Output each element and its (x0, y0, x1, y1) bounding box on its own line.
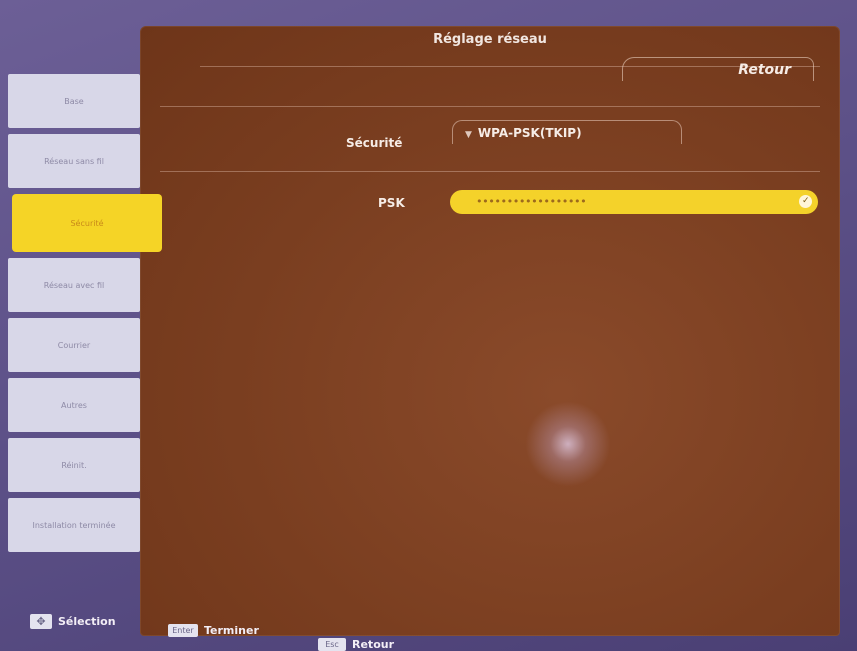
confirm-icon[interactable]: ✓ (799, 195, 812, 208)
dropdown-arrow-icon: ▼ (465, 130, 472, 140)
back-button[interactable]: Retour (622, 57, 814, 81)
security-value: WPA-PSK(TKIP) (477, 126, 582, 140)
sidebar-item-others[interactable]: Autres (8, 378, 140, 432)
sidebar-item-wired[interactable]: Réseau avec fil (8, 258, 140, 312)
psk-input[interactable]: •••••••••••••••••• ✓ (450, 190, 818, 214)
sidebar-item-finish-setup[interactable]: Installation terminée (8, 498, 140, 552)
psk-value: •••••••••••••••••• (476, 195, 587, 208)
sidebar-item-base[interactable]: Base (8, 74, 140, 128)
dpad-icon: ✥ (30, 614, 52, 629)
divider (160, 106, 820, 107)
sidebar-item-reset[interactable]: Réinit. (8, 438, 140, 492)
footer-finish-hint[interactable]: Enter Terminer (168, 624, 259, 637)
psk-label: PSK (378, 196, 405, 210)
footer-back-hint[interactable]: Esc Retour (318, 638, 394, 651)
sidebar: Base Réseau sans fil Sécurité Réseau ave… (8, 74, 162, 558)
finish-label: Terminer (204, 624, 259, 637)
sidebar-item-wireless[interactable]: Réseau sans fil (8, 134, 140, 188)
enter-key-icon: Enter (168, 624, 198, 637)
light-glare (518, 394, 618, 494)
esc-key-icon: Esc (318, 638, 346, 651)
divider (160, 171, 820, 172)
security-label: Sécurité (346, 136, 403, 150)
page-title: Réglage réseau (433, 32, 547, 47)
settings-panel: Réglage réseau Retour Sécurité ▼ WPA-PSK(… (140, 26, 840, 636)
sidebar-item-security[interactable]: Sécurité (12, 194, 162, 252)
back-label: Retour (352, 638, 395, 651)
footer-select-hint[interactable]: ✥ Sélection (30, 614, 116, 629)
sidebar-item-mail[interactable]: Courrier (8, 318, 140, 372)
security-select[interactable]: ▼ WPA-PSK(TKIP) (452, 120, 682, 144)
select-label: Sélection (58, 615, 116, 628)
